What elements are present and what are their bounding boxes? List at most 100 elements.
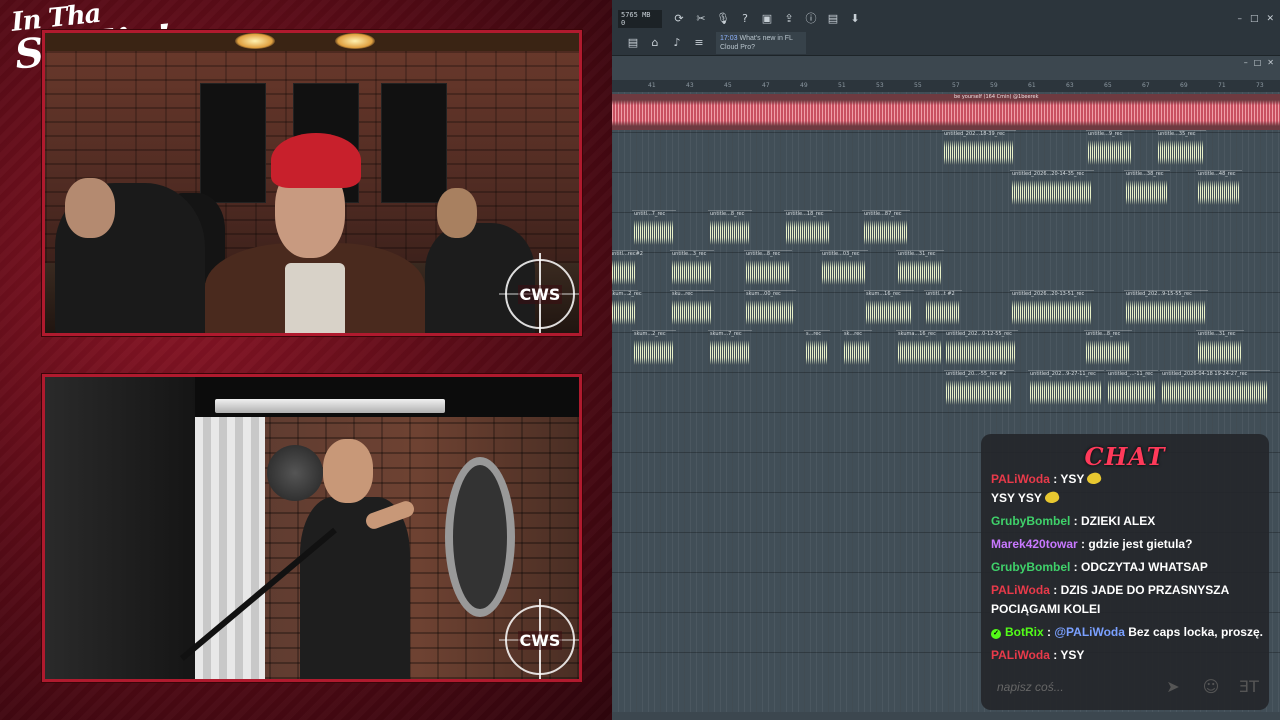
audio-clip-label: untitled_2026...20-13-51_rec (1012, 291, 1085, 297)
audio-clip[interactable]: untitled_20...-55_rec #2 (944, 370, 1014, 408)
mixer-icon[interactable]: ≡ (692, 36, 706, 50)
chat-input[interactable]: napisz coś... (991, 680, 1145, 694)
export-icon[interactable]: ⇪ (782, 12, 796, 26)
audio-clip[interactable]: untitled_202...0-12-55_rec (944, 330, 1018, 368)
emote-icon (1043, 489, 1061, 506)
minimize-icon[interactable]: – (1237, 14, 1242, 24)
audio-clip-label: skum...2_rec (634, 331, 666, 337)
chat-message: PALiWoda : YSY YSY YSY (991, 470, 1263, 508)
audio-clip[interactable]: untitle...8_rec (708, 210, 752, 248)
chat-message: ✓ BotRix : @PALiWoda Bez caps locka, pros… (991, 623, 1263, 642)
timeline-ruler[interactable]: 41 43 45 47 49 51 53 55 57 59 61 63 65 67 69 71 73 (612, 80, 1280, 92)
audio-clip-label: untitle...18_rec (786, 211, 824, 217)
audio-clip[interactable]: untitle...31_rec (1196, 330, 1244, 368)
download-icon[interactable]: ⬇ (848, 12, 862, 26)
audio-clip[interactable]: untitle...87_rec (862, 210, 910, 248)
cws-watermark: CWS (505, 605, 575, 675)
audio-clip[interactable]: untitle...48_rec (1196, 170, 1242, 208)
audio-clip-label: untitle...31_rec (898, 251, 936, 257)
booth-camera-feed: CWS (42, 374, 582, 682)
chat-username[interactable]: GrubyBombel (991, 560, 1070, 574)
audio-clip[interactable]: skuma...16_rec (896, 330, 944, 368)
audio-clip[interactable]: untitle...18_rec (784, 210, 832, 248)
maximize-icon[interactable]: □ (1250, 14, 1259, 24)
audio-clip[interactable]: untitle...38_rec (1124, 170, 1170, 208)
audio-clip[interactable]: untitle...31_rec (896, 250, 944, 288)
chat-username[interactable]: PALiWoda (991, 583, 1050, 597)
maximize-icon[interactable]: □ (1254, 58, 1262, 67)
save-icon[interactable]: ▣ (760, 12, 774, 26)
chat-message: Marek420towar : gdzie jest gietula? (991, 537, 1193, 551)
chat-username[interactable]: BotRix (1005, 625, 1044, 639)
audio-clip[interactable]: untitle...03_rec (820, 250, 868, 288)
audio-clip-label: sku...rec (672, 291, 694, 297)
audio-clip[interactable]: skum...2_rec (612, 290, 642, 328)
audio-clip[interactable]: skum...00_rec (744, 290, 796, 328)
info-icon[interactable]: ⓘ (804, 12, 818, 26)
chat-input-bar: napisz coś... ➤ ☺ ƎT (991, 674, 1259, 700)
audio-clip[interactable]: untitled_...-11_rec (1106, 370, 1158, 408)
audio-clip[interactable]: untitled_202...18-39_rec (942, 130, 1016, 168)
audio-clip[interactable]: untitle...35_rec (1156, 130, 1206, 168)
close-icon[interactable]: ✕ (1267, 58, 1274, 67)
audio-clip-label: untitle...9_rec (1088, 131, 1123, 137)
audio-clip-label: skum...00_rec (746, 291, 781, 297)
cut-icon[interactable]: ✂ (694, 12, 708, 26)
audio-clip[interactable]: sk...rec (842, 330, 872, 368)
microphone (267, 445, 323, 501)
refresh-icon[interactable]: ⟳ (672, 12, 686, 26)
master-audio-clip[interactable]: be yourself (164 Cmin) @1beerek (612, 94, 1280, 130)
audio-clip[interactable]: untitle...3_rec (670, 250, 714, 288)
ruler-number: 73 (1256, 82, 1264, 89)
chat-title: CHAT (1084, 442, 1166, 471)
audio-clip[interactable]: untitle...8_rec (744, 250, 792, 288)
audio-clip[interactable]: untitl...t #2 (924, 290, 962, 328)
audio-clip-label: untitle...38_rec (1126, 171, 1164, 177)
audio-clip[interactable]: s...rec (804, 330, 830, 368)
news-panel[interactable]: 17:03 What's new in FL Cloud Pro? (716, 32, 806, 54)
audio-clip[interactable]: skum...7_rec (708, 330, 752, 368)
audio-clip[interactable]: skum...2_rec (632, 330, 676, 368)
chat-username[interactable]: Marek420towar (991, 537, 1078, 551)
audio-clip[interactable]: untitl...7_rec (632, 210, 676, 248)
send-icon[interactable]: ➤ (1163, 677, 1183, 697)
plugin-icon[interactable]: ⌂ (648, 36, 662, 50)
chat-username[interactable]: PALiWoda (991, 472, 1050, 486)
help-icon[interactable]: ? (738, 12, 752, 26)
audio-clip[interactable]: untitle...8_rec (1084, 330, 1132, 368)
audio-clip[interactable]: skum...16_rec (864, 290, 914, 328)
audio-clip[interactable]: untitle...9_rec (1086, 130, 1134, 168)
ruler-number: 51 (838, 82, 846, 89)
chat-username[interactable]: PALiWoda (991, 648, 1050, 662)
audio-clip[interactable]: untitled_2026...20-13-51_rec (1010, 290, 1094, 328)
audio-clip-label: untitl...rec#2 (612, 251, 643, 257)
chat-panel: CHAT PALiWoda : YSY YSY YSY GrubyBombel : … (981, 434, 1269, 710)
daw-toolbar-area: 5765 MB 0 ⟳ ✂ 🎙 ? ▣ ⇪ ⓘ ▤ ⬇ ▤ ⌂ ♪ ≡ ⊞ 17… (612, 0, 1280, 56)
memory-meter: 5765 MB 0 (618, 10, 662, 28)
audio-clip[interactable]: untitled_2026-04-18 19-24-27_rec (1160, 370, 1270, 408)
render-icon[interactable]: ▤ (826, 12, 840, 26)
audio-clip[interactable]: untitled_202...9-15-55_rec (1124, 290, 1208, 328)
audio-clip-label: untitle...3_rec (672, 251, 707, 257)
audio-clip[interactable]: untitled_2026...20-14-35_rec (1010, 170, 1094, 208)
verified-check-icon: ✓ (991, 629, 1001, 639)
chat-message: PALiWoda : DZIS JADE DO PRZASNYSZA POCIĄ… (991, 583, 1229, 616)
chat-text: DZIEKI ALEX (1081, 514, 1156, 528)
chat-username[interactable]: GrubyBombel (991, 514, 1070, 528)
emoji-icon[interactable]: ☺ (1201, 677, 1221, 697)
audio-clip-label: untitled_20...-55_rec #2 (946, 371, 1007, 377)
chat-mention[interactable]: @PALiWoda (1054, 625, 1128, 639)
chat-message: GrubyBombel : ODCZYTAJ WHATSAP (991, 560, 1208, 574)
minimize-icon[interactable]: – (1244, 58, 1248, 67)
mic-icon[interactable]: 🎙 (716, 12, 730, 26)
chat-text: Bez caps locka, proszę. (1128, 625, 1263, 639)
audio-clip[interactable]: untitl...rec#2 (612, 250, 643, 288)
chat-messages: PALiWoda : YSY YSY YSY GrubyBombel : DZIEK… (991, 470, 1263, 666)
emote-menu-icon[interactable]: ƎT (1239, 677, 1259, 697)
folder-icon[interactable]: ▤ (626, 36, 640, 50)
audio-clip[interactable]: untitled_202...9-27-11_rec (1028, 370, 1104, 408)
close-icon[interactable]: ✕ (1266, 14, 1274, 24)
audio-clip[interactable]: sku...rec (670, 290, 714, 328)
piano-icon[interactable]: ♪ (670, 36, 684, 50)
audio-clip-label: untitled_...-11_rec (1108, 371, 1153, 377)
